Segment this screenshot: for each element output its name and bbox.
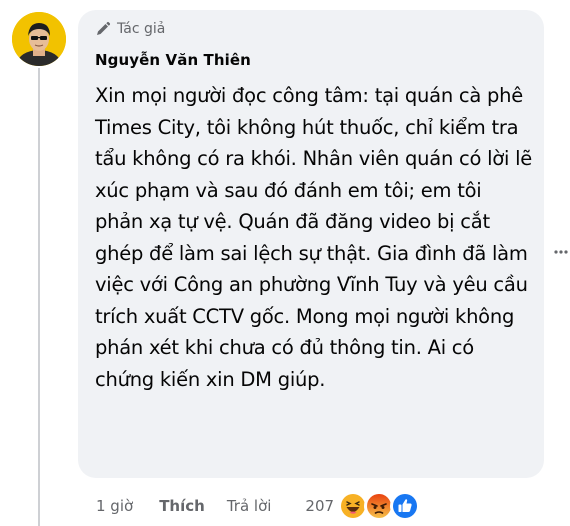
comment-bubble: Tác giả Nguyễn Văn Thiên Xin mọi người đ…: [78, 10, 544, 478]
pencil-icon: [95, 21, 111, 37]
like-reaction-icon: [390, 491, 421, 521]
reaction-summary[interactable]: [336, 491, 421, 521]
more-options-icon[interactable]: [554, 240, 568, 254]
comment-actions: 1 giờ Thích Trả lời 207: [96, 491, 421, 521]
comment-thread: Tác giả Nguyễn Văn Thiên Xin mọi người đ…: [0, 0, 570, 526]
reaction-count[interactable]: 207: [305, 497, 334, 515]
author-name[interactable]: Nguyễn Văn Thiên: [95, 51, 251, 69]
like-button[interactable]: Thích: [159, 497, 205, 515]
author-badge: Tác giả: [95, 21, 165, 37]
reply-button[interactable]: Trả lời: [227, 497, 272, 515]
timestamp[interactable]: 1 giờ: [96, 497, 133, 515]
thread-line: [38, 68, 40, 526]
author-badge-label: Tác giả: [117, 21, 166, 37]
comment-text: Xin mọi người đọc công tâm: tại quán cà …: [95, 84, 533, 391]
avatar-image: [12, 12, 66, 66]
avatar[interactable]: [12, 12, 66, 66]
